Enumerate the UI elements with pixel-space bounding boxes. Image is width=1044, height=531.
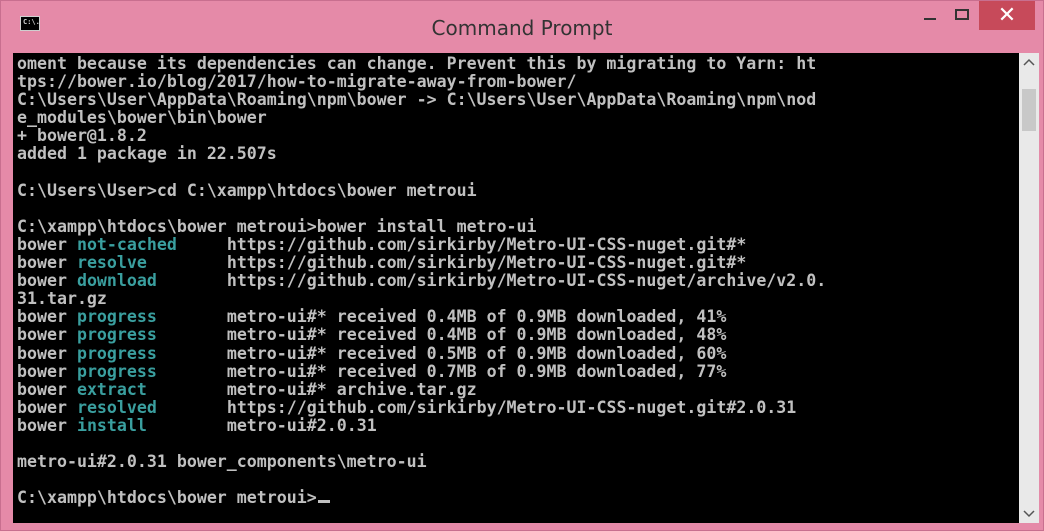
line-padding xyxy=(147,253,227,272)
line-text: metro-ui#2.0.31 bower_components\metro-u… xyxy=(17,452,427,472)
console-line: bower install metro-ui#2.0.31 xyxy=(17,415,826,435)
console-line: bower progress metro-ui#* received 0.4MB… xyxy=(17,308,826,326)
line-text: C:\xampp\htdocs\bower metroui>bower inst… xyxy=(17,216,537,236)
line-detail: metro-ui#* received 0.7MB of 0.9MB downl… xyxy=(226,361,727,381)
window-title: Command Prompt xyxy=(431,16,613,40)
vertical-scrollbar[interactable] xyxy=(1019,53,1039,523)
line-padding xyxy=(157,362,227,381)
line-detail: https://github.com/sirkirby/Metro-UI-CSS… xyxy=(226,253,747,273)
console-line: bower progress metro-ui#* received 0.5MB… xyxy=(17,343,826,363)
console-line: + bower@1.8.2 xyxy=(17,127,826,145)
line-prefix: bower xyxy=(17,234,77,254)
line-text: tps://bower.io/blog/2017/how-to-migrate-… xyxy=(17,72,577,92)
bower-status-keyword: progress xyxy=(76,325,157,345)
text-cursor xyxy=(317,500,330,504)
scroll-up-arrow-icon[interactable] xyxy=(1019,53,1039,71)
console-line: e_modules\bower\bin\bower xyxy=(17,109,826,127)
line-prefix: bower xyxy=(17,343,77,363)
line-text: oment because its dependencies can chang… xyxy=(17,54,817,73)
console-line: C:\Users\User>cd C:\xampp\htdocs\bower m… xyxy=(17,180,826,200)
line-detail: metro-ui#* archive.tar.gz xyxy=(226,379,477,399)
console-line: oment because its dependencies can chang… xyxy=(17,54,826,73)
line-text: e_modules\bower\bin\bower xyxy=(17,108,267,128)
console-line: bower progress metro-ui#* received 0.7MB… xyxy=(17,361,826,381)
bower-status-keyword: extract xyxy=(76,379,147,399)
line-prefix: bower xyxy=(17,307,77,327)
line-prefix: bower xyxy=(17,361,77,381)
line-prefix: bower xyxy=(17,415,77,435)
console-line: bower resolved https://github.com/sirkir… xyxy=(17,397,826,417)
line-detail: https://github.com/sirkirby/Metro-UI-CSS… xyxy=(226,234,747,254)
minimize-button[interactable] xyxy=(915,1,945,28)
line-text: added 1 package in 22.507s xyxy=(17,144,277,164)
bower-status-keyword: install xyxy=(76,415,147,435)
minimize-icon xyxy=(924,17,936,20)
console-line: bower resolve https://github.com/sirkirb… xyxy=(17,253,826,273)
console-line: C:\xampp\htdocs\bower metroui>bower inst… xyxy=(17,216,826,236)
line-text: C:\Users\User>cd C:\xampp\htdocs\bower m… xyxy=(17,180,477,200)
line-text: 31.tar.gz xyxy=(17,289,107,309)
console-output[interactable]: oment because its dependencies can chang… xyxy=(13,53,1019,523)
console-line: bower extract metro-ui#* archive.tar.gz xyxy=(17,379,826,399)
command-prompt-window: C:\. Command Prompt ✕ oment because its … xyxy=(0,0,1044,531)
console-line: 31.tar.gz xyxy=(17,290,826,308)
line-text: + bower@1.8.2 xyxy=(17,126,147,146)
line-prefix: bower xyxy=(17,271,77,291)
console-line: metro-ui#2.0.31 bower_components\metro-u… xyxy=(17,453,826,471)
console-line: C:\Users\User\AppData\Roaming\npm\bower … xyxy=(17,91,826,109)
console-line: bower not-cached https://github.com/sirk… xyxy=(17,234,826,254)
bower-status-keyword: progress xyxy=(76,307,157,327)
close-icon: ✕ xyxy=(997,2,1017,28)
line-padding xyxy=(157,307,227,326)
maximize-icon xyxy=(955,9,969,20)
line-padding xyxy=(147,416,227,435)
line-padding xyxy=(157,398,227,417)
line-detail: metro-ui#* received 0.5MB of 0.9MB downl… xyxy=(226,343,727,363)
close-button[interactable]: ✕ xyxy=(979,1,1035,30)
bower-status-keyword: progress xyxy=(76,361,157,381)
console-line: C:\xampp\htdocs\bower metroui> xyxy=(17,489,826,507)
console-line: bower download https://github.com/sirkir… xyxy=(17,272,826,290)
line-detail: metro-ui#2.0.31 xyxy=(226,415,377,435)
console-line: added 1 package in 22.507s xyxy=(17,145,826,163)
line-prefix: bower xyxy=(17,379,77,399)
bower-status-keyword: resolved xyxy=(76,397,157,417)
line-detail: metro-ui#* received 0.4MB of 0.9MB downl… xyxy=(226,307,727,327)
console-lines: oment because its dependencies can chang… xyxy=(17,54,826,507)
line-detail: metro-ui#* received 0.4MB of 0.9MB downl… xyxy=(226,325,727,345)
line-padding xyxy=(147,380,227,399)
bower-status-keyword: progress xyxy=(76,343,157,363)
scrollbar-thumb[interactable] xyxy=(1022,89,1036,131)
line-prefix: bower xyxy=(17,397,77,417)
scroll-down-arrow-icon[interactable] xyxy=(1019,505,1039,523)
line-padding xyxy=(177,235,227,254)
bower-status-keyword: not-cached xyxy=(76,234,177,254)
line-padding xyxy=(157,325,227,344)
line-detail: https://github.com/sirkirby/Metro-UI-CSS… xyxy=(226,271,827,291)
console-line: tps://bower.io/blog/2017/how-to-migrate-… xyxy=(17,73,826,91)
console-line: bower progress metro-ui#* received 0.4MB… xyxy=(17,326,826,344)
line-prefix: bower xyxy=(17,253,77,273)
line-text: C:\xampp\htdocs\bower metroui> xyxy=(17,488,317,508)
bower-status-keyword: resolve xyxy=(76,253,147,273)
line-detail: https://github.com/sirkirby/Metro-UI-CSS… xyxy=(226,397,797,417)
bower-status-keyword: download xyxy=(76,271,157,291)
line-prefix: bower xyxy=(17,325,77,345)
line-text: C:\Users\User\AppData\Roaming\npm\bower … xyxy=(17,90,817,110)
title-bar[interactable]: C:\. Command Prompt ✕ xyxy=(1,1,1043,53)
maximize-button[interactable] xyxy=(945,1,979,28)
line-padding xyxy=(157,344,227,363)
line-padding xyxy=(157,271,227,290)
